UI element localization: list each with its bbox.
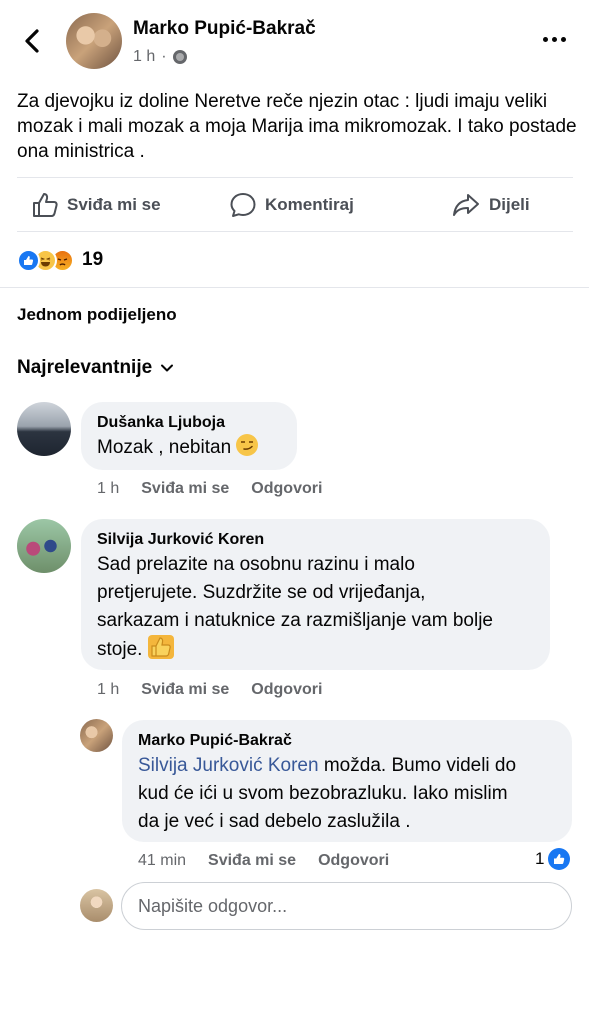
comment-like-button[interactable]: Sviđa mi se [141, 480, 229, 498]
reaction-count: 19 [82, 249, 104, 270]
comment-line: stoje. [97, 639, 143, 660]
reply-text: Silvija Jurković Koren možda. Bumo videl… [138, 752, 556, 836]
commenter-name[interactable]: Silvija Jurković Koren [97, 529, 534, 551]
section-divider [0, 287, 589, 288]
like-label: Sviđa mi se [67, 195, 161, 214]
comment-line: Sad prelazite na osobnu razinu i malo [97, 554, 415, 575]
comment-button[interactable]: Komentiraj [229, 178, 354, 232]
post-text: Za djevojku iz doline Neretve reče njezi… [17, 91, 577, 162]
comment-time[interactable]: 1 h [97, 480, 119, 498]
post-header: Marko Pupić-Bakrač 1 h · [0, 0, 589, 80]
reply-bubble: Marko Pupić-Bakrač Silvija Jurković Kore… [122, 720, 572, 842]
comment-like-button[interactable]: Sviđa mi se [141, 681, 229, 699]
comment-text: Mozak , nebitan [97, 434, 281, 462]
like-reaction-icon [548, 848, 571, 870]
like-count-number: 1 [535, 849, 545, 868]
comment-line: sarkazam i natuknice za razmišljanje vam… [97, 610, 493, 631]
reply-meta: 41 min Sviđa mi se Odgovori [138, 852, 389, 870]
comment-text: Sad prelazite na osobnu razinu i malo pr… [97, 551, 534, 664]
author-avatar[interactable] [66, 13, 122, 69]
shares-count[interactable]: Jednom podijeljeno [17, 305, 177, 325]
more-options-button[interactable] [543, 37, 566, 42]
comment-meta: 1 h Sviđa mi se Odgovori [97, 681, 322, 699]
reply-input[interactable] [121, 882, 572, 930]
meta-separator: · [161, 48, 167, 65]
reply-line: Silvija Jurković Koren možda. Bumo videl… [138, 752, 556, 780]
comment-bubble: Dušanka Ljuboja Mozak , nebitan [81, 402, 297, 470]
reply-line: kud će ići u svom bezobrazluku. Iako mis… [138, 783, 508, 804]
reply-like-button[interactable]: Sviđa mi se [208, 852, 296, 870]
thumbs-up-emoji-icon [147, 635, 174, 659]
comment-reply-button[interactable]: Odgovori [251, 480, 322, 498]
commenter-avatar[interactable] [17, 402, 71, 456]
post-meta: 1 h · [133, 48, 187, 66]
commenter-avatar[interactable] [17, 519, 71, 573]
commenter-name[interactable]: Dušanka Ljuboja [97, 412, 281, 434]
comment-label: Komentiraj [265, 195, 354, 214]
more-dot [552, 37, 557, 42]
reply-author-avatar[interactable] [80, 719, 113, 752]
more-dot [561, 37, 566, 42]
comment-reply-button[interactable]: Odgovori [251, 681, 322, 699]
share-label: Dijeli [489, 195, 530, 214]
comment-line: pretjerujete. Suzdržite se od vrijeđanja… [97, 582, 426, 603]
share-arrow-icon [453, 194, 479, 216]
reply-author-name[interactable]: Marko Pupić-Bakrač [138, 730, 556, 752]
back-button[interactable] [18, 26, 48, 56]
reply-reply-button[interactable]: Odgovori [318, 852, 389, 870]
comment-text-content: Mozak , nebitan [97, 437, 232, 458]
action-bar: Sviđa mi se Komentiraj Dijeli [17, 177, 573, 232]
comment-line-last: stoje. [97, 635, 534, 664]
comment-bubble-icon [230, 193, 256, 217]
comment-meta: 1 h Sviđa mi se Odgovori [97, 480, 322, 498]
like-button[interactable]: Sviđa mi se [31, 178, 161, 232]
smirk-emoji-icon [236, 434, 259, 456]
reply-like-count[interactable]: 1 [535, 848, 571, 870]
comment-sort-dropdown[interactable]: Najrelevantnije [17, 357, 174, 379]
share-button[interactable]: Dijeli [451, 178, 530, 232]
reply-line-text: možda. Bumo videli do [318, 755, 517, 776]
sort-label: Najrelevantnije [17, 357, 153, 378]
more-dot [543, 37, 548, 42]
globe-icon [172, 50, 187, 64]
thumbs-up-icon [33, 193, 58, 217]
post-time[interactable]: 1 h [133, 48, 155, 66]
current-user-avatar [80, 889, 113, 922]
comment-bubble: Silvija Jurković Koren Sad prelazite na … [81, 519, 550, 670]
author-name[interactable]: Marko Pupić-Bakrač [133, 18, 316, 40]
like-reaction-icon [17, 248, 40, 272]
comment-time[interactable]: 1 h [97, 681, 119, 699]
chevron-left-icon [25, 29, 39, 53]
mention-link[interactable]: Silvija Jurković Koren [138, 755, 319, 776]
reply-line: da je već i sad debelo zaslužila . [138, 811, 411, 832]
chevron-down-icon [161, 364, 174, 372]
reply-time[interactable]: 41 min [138, 852, 186, 870]
reactions-summary[interactable]: 19 [17, 247, 103, 273]
